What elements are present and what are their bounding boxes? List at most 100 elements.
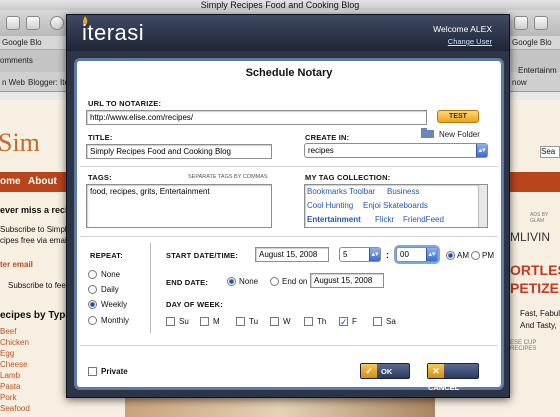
tag-link[interactable]: Cool Hunting xyxy=(307,201,353,210)
day-label: W xyxy=(283,317,291,326)
rss-icon[interactable] xyxy=(534,16,548,30)
tags-textarea[interactable]: food, recipes, grits, Entertainment xyxy=(86,184,272,228)
tag-link[interactable]: Bookmarks Toolbar xyxy=(307,187,375,196)
recipes-by-type-heading: ecipes by Type xyxy=(0,310,71,321)
recipe-type[interactable]: Seafood xyxy=(0,403,30,414)
recipe-type[interactable]: Beef xyxy=(0,326,30,337)
end-none-label: None xyxy=(239,277,259,286)
day-label: Su xyxy=(179,317,189,326)
url-label: URL TO NOTARIZE: xyxy=(88,99,162,108)
private-checkbox[interactable] xyxy=(88,367,97,376)
ok-button[interactable]: ✓ OK xyxy=(360,363,410,379)
tag-collection-label: MY TAG COLLECTION: xyxy=(305,173,391,182)
ad-subtext: ESE CUP RECIPES xyxy=(510,340,537,352)
forward-icon[interactable] xyxy=(26,16,40,30)
bookmark-item[interactable]: Google Blo xyxy=(512,36,552,50)
tab-label[interactable]: Blogger: Ite xyxy=(28,78,69,87)
promo-line: Subscribe to Simply xyxy=(0,225,71,234)
welcome-text: Welcome ALEX xyxy=(433,24,492,34)
enter-email[interactable]: ter email xyxy=(0,260,33,269)
back-icon[interactable] xyxy=(6,16,20,30)
checkbox-icon[interactable] xyxy=(373,317,382,326)
checkbox-icon[interactable] xyxy=(200,317,209,326)
pm-radio[interactable] xyxy=(471,251,480,260)
day-label: Sa xyxy=(386,317,396,326)
ad-brand: MLIVIN xyxy=(510,230,551,244)
tag-scrollbar[interactable] xyxy=(478,185,487,227)
ad-subtext: Fast, Fabul xyxy=(520,309,560,318)
recipe-type[interactable]: Egg xyxy=(0,348,30,359)
tab-label[interactable]: omments xyxy=(0,56,33,65)
radio-icon[interactable] xyxy=(88,300,97,309)
promo-line: cipes free via email xyxy=(0,236,69,245)
chevron-down-icon: ▴▾ xyxy=(476,144,487,157)
start-date-input[interactable]: August 15, 2008 xyxy=(255,247,329,262)
subscribe-feed[interactable]: Subscribe to feed xyxy=(8,281,70,290)
ads-bar xyxy=(505,172,560,192)
nav-about[interactable]: About xyxy=(28,172,57,192)
tag-link[interactable]: Flickr xyxy=(375,215,394,224)
end-on-label: End on xyxy=(282,277,308,286)
radio-icon[interactable] xyxy=(88,270,97,279)
create-in-label: CREATE IN: xyxy=(305,133,350,142)
reload-icon[interactable] xyxy=(50,16,64,30)
extension-icon[interactable] xyxy=(514,16,528,30)
checkbox-icon[interactable] xyxy=(270,317,279,326)
recipe-type[interactable]: Pasta xyxy=(0,381,30,392)
new-folder-link[interactable]: New Folder xyxy=(439,130,480,139)
close-icon: ✕ xyxy=(428,364,444,378)
tag-link[interactable]: FriendFeed xyxy=(403,215,444,224)
day-label: F xyxy=(352,317,357,326)
recipe-type[interactable]: Lamb xyxy=(0,370,30,381)
ads-by-label: ADS BY GLAM xyxy=(530,212,549,224)
site-search-button[interactable]: Sea xyxy=(540,146,560,158)
start-minute-select[interactable]: 00 ▴▾ xyxy=(396,247,438,262)
end-on-radio[interactable] xyxy=(270,277,279,286)
pm-label: PM xyxy=(482,251,494,260)
recipe-type[interactable]: Cheese xyxy=(0,359,30,370)
dialog-title: Schedule Notary xyxy=(245,67,333,79)
cancel-button[interactable]: ✕ CANCEL xyxy=(427,363,479,392)
site-nav: ome About xyxy=(0,172,70,192)
tag-collection-box: Bookmarks Toolbar Business Cool Hunting … xyxy=(304,184,488,228)
tag-link[interactable]: Enjoi Skateboards xyxy=(363,201,428,210)
folder-icon[interactable] xyxy=(421,128,434,138)
recipe-type-list: Beef Chicken Egg Cheese Lamb Pasta Pork … xyxy=(0,326,30,414)
tab-label[interactable]: Entertainm xyxy=(518,66,557,75)
radio-icon[interactable] xyxy=(88,316,97,325)
day-label: Tu xyxy=(249,317,259,326)
end-date-input[interactable]: August 15, 2008 xyxy=(310,273,384,288)
create-in-select[interactable]: recipes ▴▾ xyxy=(304,143,488,158)
end-none-radio[interactable] xyxy=(227,277,236,286)
repeat-label: REPEAT: xyxy=(90,251,123,260)
radio-icon[interactable] xyxy=(88,285,97,294)
ad-headline: ORTLES xyxy=(510,262,560,278)
tag-link[interactable]: Business xyxy=(387,187,419,196)
test-button[interactable]: TEST xyxy=(437,110,479,123)
time-colon: : xyxy=(386,250,389,260)
site-photo xyxy=(125,398,435,417)
day-label: Th xyxy=(317,317,327,326)
tab-label[interactable]: n Web xyxy=(2,78,25,87)
start-hour-select[interactable]: 5 ▴▾ xyxy=(339,247,381,262)
vertical-divider xyxy=(150,243,151,333)
site-logo-text: Sim xyxy=(0,128,40,157)
bookmark-item[interactable]: Google Blo xyxy=(2,36,42,50)
checkmark-icon[interactable]: ✓ xyxy=(339,317,348,327)
am-radio[interactable] xyxy=(446,251,455,260)
ad-subtext: And Tasty, xyxy=(520,321,557,330)
tag-link[interactable]: Entertainment xyxy=(307,215,361,224)
nav-home[interactable]: ome xyxy=(0,172,21,192)
title-input[interactable]: Simply Recipes Food and Cooking Blog xyxy=(86,144,272,159)
chevron-down-icon: ▴▾ xyxy=(369,248,380,261)
tab-label[interactable]: now xyxy=(512,78,527,87)
checkbox-icon[interactable] xyxy=(236,317,245,326)
checkbox-icon[interactable] xyxy=(304,317,313,326)
url-input[interactable]: http://www.elise.com/recipes/ xyxy=(86,110,427,125)
cancel-label: CANCEL xyxy=(428,383,460,392)
change-user-link[interactable]: Change User xyxy=(380,37,492,46)
checkbox-icon[interactable] xyxy=(166,317,175,326)
recipe-type[interactable]: Pork xyxy=(0,392,30,403)
recipe-type[interactable]: Chicken xyxy=(0,337,30,348)
brand-logo: iterasi xyxy=(82,20,145,45)
